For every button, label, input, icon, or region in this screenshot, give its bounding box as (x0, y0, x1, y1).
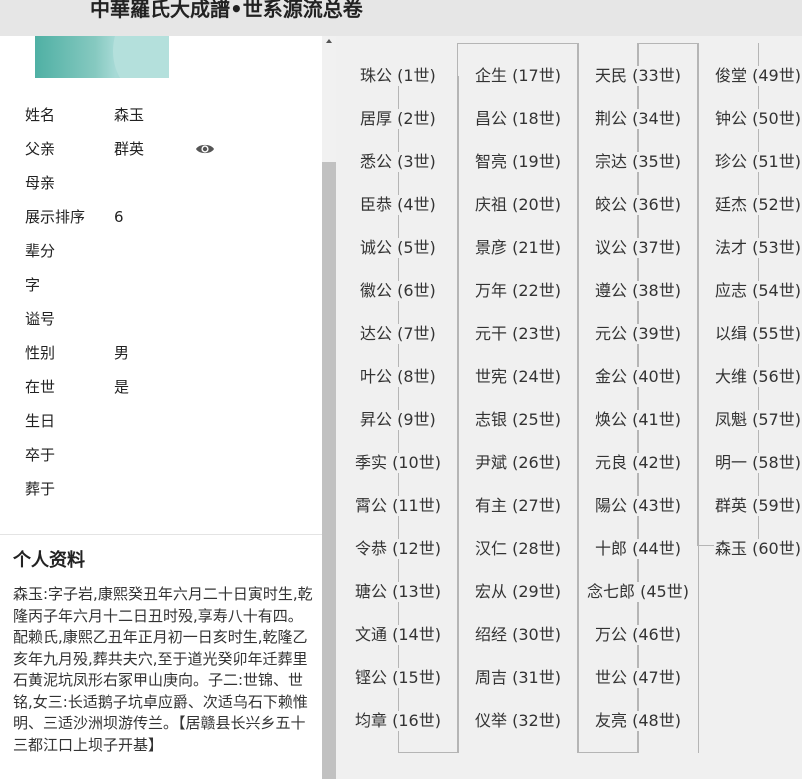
lineage-generation-item[interactable]: 以缉 (55世) (714, 324, 802, 344)
lineage-generation-item[interactable]: 有主 (27世) (474, 496, 562, 516)
field-value: 群英 (114, 140, 145, 158)
field-value: 6 (114, 208, 124, 226)
field-label: 展示排序 (25, 208, 86, 226)
lineage-generation-item[interactable]: 凤魁 (57世) (714, 410, 802, 430)
lineage-generation-item[interactable]: 世宪 (24世) (474, 367, 562, 387)
lineage-generation-item[interactable]: 法才 (53世) (714, 238, 802, 258)
lineage-generation-item[interactable]: 景彦 (21世) (474, 238, 562, 258)
lineage-generation-item[interactable]: 天民 (33世) (594, 66, 682, 86)
lineage-generation-item[interactable]: 绍经 (30世) (474, 625, 562, 645)
lineage-generation-item[interactable]: 尹斌 (26世) (474, 453, 562, 473)
field-value: 男 (114, 344, 130, 362)
field-label: 葬于 (25, 480, 56, 498)
lineage-generation-item[interactable]: 大维 (56世) (714, 367, 802, 387)
lineage-generation-item[interactable]: 企生 (17世) (474, 66, 562, 86)
lineage-generation-item[interactable]: 文通 (14世) (354, 625, 442, 645)
profile-text: 森玉:字子岩,康熙癸丑年六月二十日寅时生,乾隆丙子年六月十二日丑时殁,享寿八十有… (13, 585, 313, 754)
lineage-generation-item[interactable]: 珍公 (51世) (714, 152, 802, 172)
field-label: 辈分 (25, 242, 56, 260)
lineage-generation-item[interactable]: 友亮 (48世) (594, 711, 682, 731)
lineage-generation-item[interactable]: 荆公 (34世) (594, 109, 682, 129)
field-label: 生日 (25, 412, 56, 430)
field-label: 字 (25, 276, 41, 294)
lineage-generation-item[interactable]: 十郎 (44世) (594, 539, 682, 559)
lineage-generation-item[interactable]: 霄公 (11世) (354, 496, 442, 516)
lineage-generation-item[interactable]: 志银 (25世) (474, 410, 562, 430)
divider (0, 534, 322, 535)
header-bar: 中華羅氏大成譜•世系源流总卷 (0, 0, 802, 36)
field-label: 在世 (25, 378, 56, 396)
lineage-generation-item[interactable]: 焕公 (41世) (594, 410, 682, 430)
lineage-connector (637, 43, 699, 753)
lineage-generation-item[interactable]: 议公 (37世) (594, 238, 682, 258)
lineage-generation-item[interactable]: 钟公 (50世) (714, 109, 802, 129)
lineage-generation-item[interactable]: 遵公 (38世) (594, 281, 682, 301)
lineage-generation-item[interactable]: 元良 (42世) (594, 453, 682, 473)
lineage-generation-item[interactable]: 元公 (39世) (594, 324, 682, 344)
lineage-generation-item[interactable]: 昇公 (9世) (359, 410, 437, 430)
lineage-generation-item[interactable]: 智亮 (19世) (474, 152, 562, 172)
lineage-grid: 珠公 (1世) 居厚 (2世) 悉公 (3世) 臣恭 (4世) 诚公 (5世) 徽公 (6… (336, 36, 802, 779)
lineage-generation-item[interactable]: 俊堂 (49世) (714, 66, 802, 86)
lineage-generation-item[interactable]: 昌公 (18世) (474, 109, 562, 129)
lineage-generation-item[interactable]: 宗达 (35世) (594, 152, 682, 172)
lineage-generation-item[interactable]: 铿公 (15世) (354, 668, 442, 688)
lineage-connector (457, 43, 579, 753)
lineage-generation-item[interactable]: 金公 (40世) (594, 367, 682, 387)
lineage-generation-item[interactable]: 应志 (54世) (714, 281, 802, 301)
lineage-connector (577, 43, 639, 753)
lineage-generation-item[interactable]: 臣恭 (4世) (359, 195, 437, 215)
lineage-generation-item[interactable]: 叶公 (8世) (359, 367, 437, 387)
lineage-generation-item[interactable]: 徽公 (6世) (359, 281, 437, 301)
lineage-generation-item[interactable]: 陽公 (43世) (594, 496, 682, 516)
person-detail-panel: 姓名 森玉 父亲 群英 母亲 展示排序 6 辈分 字 谥号 性别 男 在世 是 … (0, 36, 322, 779)
lineage-generation-item[interactable]: 诚公 (5世) (359, 238, 437, 258)
lineage-generation-item[interactable]: 念七郎 (45世) (586, 582, 690, 602)
field-label: 姓名 (25, 106, 56, 124)
lineage-generation-item[interactable]: 庆祖 (20世) (474, 195, 562, 215)
page-title: 中華羅氏大成譜•世系源流总卷 (90, 0, 363, 21)
lineage-generation-item[interactable]: 仪举 (32世) (474, 711, 562, 731)
lineage-generation-item[interactable]: 达公 (7世) (359, 324, 437, 344)
lineage-generation-item[interactable]: 明一 (58世) (714, 453, 802, 473)
lineage-generation-item[interactable]: 世公 (47世) (594, 668, 682, 688)
lineage-generation-item[interactable]: 悉公 (3世) (359, 152, 437, 172)
lineage-generation-item[interactable]: 万公 (46世) (594, 625, 682, 645)
lineage-generation-item[interactable]: 廷杰 (52世) (714, 195, 802, 215)
lineage-generation-item[interactable]: 令恭 (12世) (354, 539, 442, 559)
lineage-generation-item[interactable]: 宏从 (29世) (474, 582, 562, 602)
profile-title: 个人资料 (13, 550, 85, 571)
eye-icon[interactable] (195, 141, 215, 157)
person-photo (35, 36, 169, 78)
lineage-generation-item[interactable]: 群英 (59世) (714, 496, 802, 516)
lineage-generation-item[interactable]: 居厚 (2世) (359, 109, 437, 129)
lineage-generation-item[interactable]: 瑭公 (13世) (354, 582, 442, 602)
lineage-generation-item[interactable]: 均章 (16世) (354, 711, 442, 731)
lineage-generation-item[interactable]: 季实 (10世) (354, 453, 442, 473)
lineage-generation-item[interactable]: 万年 (22世) (474, 281, 562, 301)
field-label: 性别 (25, 344, 56, 362)
field-value: 是 (114, 378, 130, 396)
field-label: 母亲 (25, 174, 56, 192)
field-label: 卒于 (25, 446, 56, 464)
lineage-generation-item[interactable]: 元干 (23世) (474, 324, 562, 344)
field-label: 父亲 (25, 140, 56, 158)
scrollbar-thumb[interactable] (322, 162, 336, 779)
lineage-generation-item[interactable]: 皎公 (36世) (594, 195, 682, 215)
scroll-up-arrow-icon[interactable] (326, 39, 332, 43)
lineage-generation-item[interactable]: 珠公 (1世) (359, 66, 437, 86)
lineage-generation-item[interactable]: 汉仁 (28世) (474, 539, 562, 559)
field-label: 谥号 (25, 310, 56, 328)
field-value: 森玉 (114, 106, 145, 124)
lineage-generation-item[interactable]: 森玉 (60世) (714, 539, 802, 559)
lineage-generation-item[interactable]: 周吉 (31世) (474, 668, 562, 688)
